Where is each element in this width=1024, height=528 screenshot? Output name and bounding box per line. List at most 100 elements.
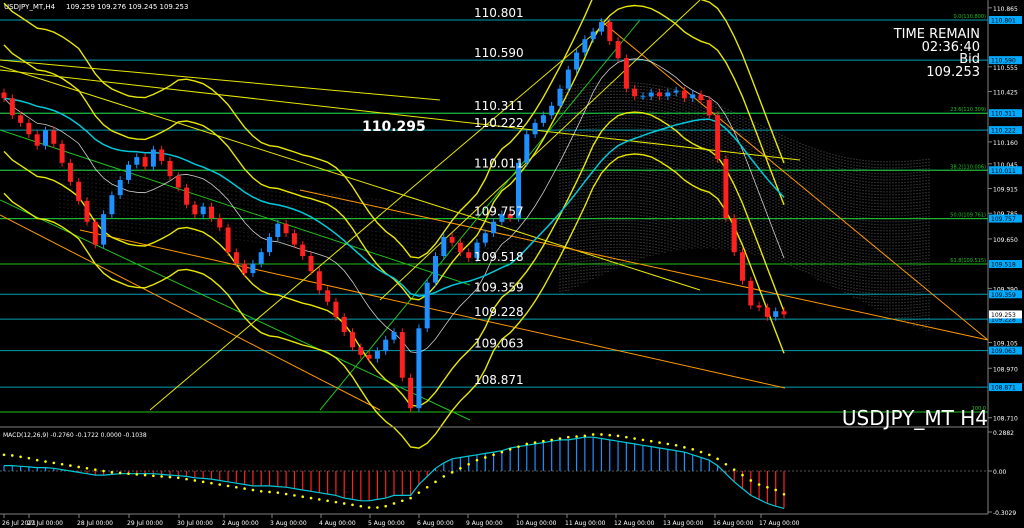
macd-signal-dot: [649, 439, 653, 443]
macd-signal-dot: [201, 480, 205, 484]
time-tick-label: 4 Aug 00:00: [319, 520, 356, 527]
candle-body: [565, 69, 571, 89]
candle-body: [466, 252, 472, 258]
candle-body: [250, 263, 256, 274]
macd-signal-dot: [591, 433, 595, 436]
time-tick-label: 12 Aug 00:00: [614, 520, 655, 527]
candle-body: [325, 290, 331, 302]
candle-body: [9, 98, 15, 116]
candle-body: [267, 237, 272, 253]
macd-signal-dot: [492, 453, 495, 457]
candle: [565, 65, 571, 93]
time-tick-label: 28 Jul 00:00: [77, 520, 113, 527]
candle-body: [200, 206, 206, 215]
chart-header-ohlc: 109.259 109.276 109.245 109.253: [66, 3, 188, 11]
candle-body: [225, 227, 231, 253]
macd-signal-dot: [77, 465, 80, 469]
price-tick-label: 109.650: [993, 237, 1018, 244]
fib-label: 50.0(109.761): [950, 213, 986, 219]
candle: [408, 373, 414, 412]
macd-signal-dot: [185, 477, 188, 481]
candle: [623, 54, 629, 93]
level-label: 110.311: [474, 99, 524, 113]
candle-body: [781, 311, 787, 315]
candle-body: [67, 162, 73, 182]
candle-body: [175, 176, 181, 188]
candle-body: [632, 88, 638, 97]
price-tag-label: 109.063: [991, 348, 1016, 355]
macd-signal-dot: [52, 461, 56, 465]
price-tag-label: 110.222: [991, 128, 1016, 135]
macd-signal-dot: [210, 481, 213, 485]
candle-body: [242, 263, 248, 274]
candle-body: [773, 311, 779, 317]
price-tick-label: 109.105: [993, 341, 1018, 348]
candle-body: [491, 221, 497, 234]
candle-body: [607, 22, 613, 42]
candle-body: [134, 157, 140, 165]
time-tick-label: 10 Aug 00:00: [516, 520, 557, 527]
candle-body: [524, 134, 530, 163]
candle-body: [333, 301, 339, 317]
candle-body: [615, 41, 621, 59]
macd-signal-dot: [135, 473, 139, 476]
price-tag-label: 110.011: [991, 168, 1016, 175]
macd-signal-dot: [218, 483, 222, 486]
time-tick-label: 2 Aug 00:00: [222, 520, 259, 527]
macd-signal-dot: [27, 456, 31, 460]
macd-signal-dot: [176, 476, 180, 480]
macd-signal-dot: [409, 496, 412, 500]
macd-signal-dot: [251, 488, 255, 492]
candle-body: [574, 52, 580, 70]
candle-body: [34, 134, 40, 146]
macd-signal-dot: [467, 462, 470, 466]
time-tick-label: 16 Aug 00:00: [713, 520, 754, 527]
candle-body: [192, 204, 198, 215]
price-tick-label: 110.555: [993, 65, 1018, 72]
fib-label: 61.8(109.515): [950, 258, 986, 264]
macd-signal-dot: [85, 466, 89, 470]
price-tick-label: 108.710: [993, 416, 1018, 423]
candle-body: [449, 237, 455, 243]
time-tick-label: 13 Aug 00:00: [663, 520, 704, 527]
macd-signal-dot: [616, 434, 620, 438]
level-label: 109.063: [474, 337, 524, 351]
time-tick-label: 11 Aug 00:00: [565, 520, 606, 527]
marked-price-label: 110.295: [362, 119, 426, 135]
macd-signal-dot: [110, 471, 114, 474]
macd-signal-dot: [293, 494, 296, 497]
time-tick-label: 17 Aug 00:00: [759, 520, 800, 527]
price-tick-label: 110.425: [993, 90, 1018, 97]
macd-signal-dot: [757, 483, 761, 486]
candle: [748, 276, 754, 310]
macd-signal-dot: [683, 446, 686, 449]
macd-signal-dot: [351, 503, 354, 507]
candle-body: [358, 347, 364, 355]
price-tick-label: 110.160: [993, 140, 1018, 147]
candle-body: [316, 271, 322, 291]
fib-label: 23.6(110.309): [950, 107, 986, 113]
candle: [59, 140, 65, 167]
macd-signal-dot: [69, 464, 72, 467]
candle-body: [424, 282, 430, 329]
candle-body: [549, 105, 555, 116]
candle-body: [599, 22, 604, 32]
macd-signal-dot: [641, 438, 645, 442]
level-label: 109.518: [474, 250, 524, 264]
candle-body: [341, 316, 347, 333]
macd-signal-dot: [102, 469, 105, 473]
candle-body: [383, 339, 389, 352]
level-label: 110.222: [474, 116, 524, 130]
candle-body: [18, 115, 24, 123]
candle-body: [640, 96, 646, 98]
candle: [101, 210, 107, 249]
candle-body: [416, 328, 422, 409]
time-tick-label: 30 Jul 00:00: [177, 520, 213, 527]
candle-body: [399, 332, 405, 378]
candle-body: [408, 377, 414, 409]
price-tag-label: 109.253: [991, 312, 1016, 319]
price-tag-label: 110.311: [991, 111, 1016, 118]
macd-signal-dot: [309, 496, 313, 500]
candle-body: [690, 94, 696, 99]
time-tick-label: 27 Jul 00:00: [27, 520, 63, 527]
